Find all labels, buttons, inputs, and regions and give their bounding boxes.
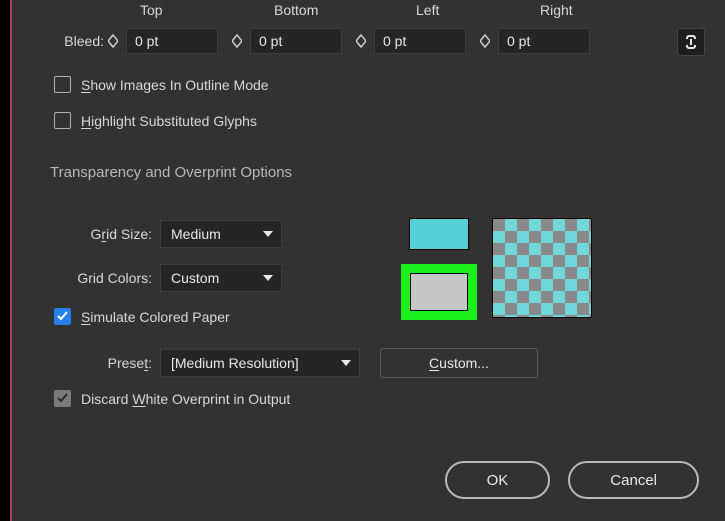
- stepper-icon[interactable]: [108, 28, 124, 54]
- chevron-down-icon: [341, 360, 351, 366]
- grid-size-label: Grid Size:: [40, 226, 160, 242]
- show-images-label: Show Images In Outline Mode: [81, 77, 269, 93]
- bleed-row: Bleed:: [40, 28, 725, 54]
- grid-color-swatch-dark[interactable]: [401, 264, 477, 320]
- custom-preset-button[interactable]: Custom...: [380, 348, 538, 378]
- preset-value: [Medium Resolution]: [171, 355, 299, 371]
- grid-size-value: Medium: [171, 226, 221, 242]
- chevron-down-icon: [263, 231, 273, 237]
- grid-size-dropdown[interactable]: Medium: [160, 220, 282, 248]
- show-images-outline-row: Show Images In Outline Mode: [54, 76, 269, 93]
- bleed-label: Bleed:: [40, 33, 108, 49]
- bleed-bottom-field: [232, 28, 342, 54]
- bleed-header-bottom: Bottom: [274, 2, 318, 18]
- stepper-icon[interactable]: [356, 28, 372, 54]
- chevron-down-icon: [263, 275, 273, 281]
- grid-colors-value: Custom: [171, 270, 219, 286]
- discard-overprint-row: Discard White Overprint in Output: [54, 390, 290, 407]
- ok-button[interactable]: OK: [445, 461, 551, 499]
- grid-color-swatch-dark-inner: [410, 273, 468, 311]
- bleed-right-field: [480, 28, 590, 54]
- bleed-top-field: [108, 28, 218, 54]
- bleed-left-field: [356, 28, 466, 54]
- transparency-grid-preview: [492, 218, 592, 318]
- bleed-left-input[interactable]: [374, 28, 466, 54]
- preset-dropdown[interactable]: [Medium Resolution]: [160, 349, 360, 377]
- stepper-icon[interactable]: [232, 28, 248, 54]
- bleed-header-top: Top: [140, 2, 163, 18]
- show-images-checkbox[interactable]: [54, 76, 71, 93]
- discard-overprint-checkbox[interactable]: [54, 390, 71, 407]
- simulate-paper-label: Simulate Colored Paper: [81, 309, 230, 325]
- simulate-paper-checkbox[interactable]: [54, 308, 71, 325]
- grid-color-swatch-light[interactable]: [409, 218, 469, 250]
- highlight-glyphs-label: Highlight Substituted Glyphs: [81, 113, 257, 129]
- discard-overprint-label: Discard White Overprint in Output: [81, 391, 290, 407]
- preset-label: Preset:: [40, 355, 160, 371]
- grid-colors-label: Grid Colors:: [40, 270, 160, 286]
- bleed-top-input[interactable]: [126, 28, 218, 54]
- grid-colors-dropdown[interactable]: Custom: [160, 264, 282, 292]
- stepper-icon[interactable]: [480, 28, 496, 54]
- simulate-paper-row: Simulate Colored Paper: [54, 308, 230, 325]
- bleed-header-left: Left: [416, 2, 439, 18]
- section-title: Transparency and Overprint Options: [50, 164, 292, 181]
- bleed-right-input[interactable]: [498, 28, 590, 54]
- cancel-button[interactable]: Cancel: [568, 461, 699, 499]
- dialog-footer: OK Cancel: [445, 461, 699, 499]
- bleed-header-right: Right: [540, 2, 573, 18]
- document-setup-panel: Top Bottom Left Right Bleed:: [10, 0, 725, 521]
- link-bleed-icon[interactable]: [677, 28, 705, 56]
- bleed-bottom-input[interactable]: [250, 28, 342, 54]
- highlight-glyphs-row: Highlight Substituted Glyphs: [54, 112, 257, 129]
- highlight-glyphs-checkbox[interactable]: [54, 112, 71, 129]
